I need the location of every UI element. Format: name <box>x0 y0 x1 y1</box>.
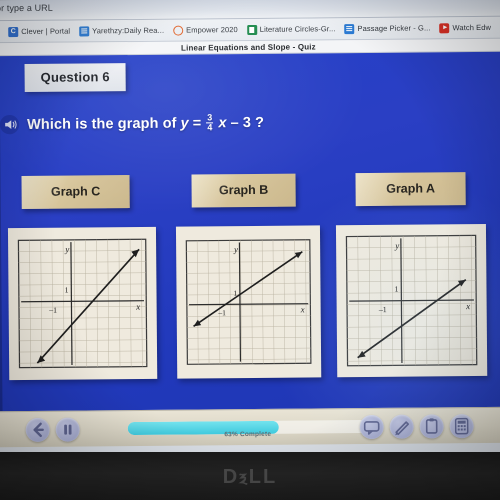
bookmark-item[interactable]: Empower 2020 <box>173 25 238 36</box>
laptop-screen-photo: or type a URL Clever | Portal Yarethzy:D… <box>0 0 500 500</box>
speaker-icon[interactable] <box>0 114 20 135</box>
equation-variable: x <box>218 114 227 131</box>
equation-lhs: y <box>180 115 189 132</box>
graph-image-a[interactable]: y x 1 –1 <box>335 223 488 378</box>
dell-logo: DⲝLL <box>222 466 278 488</box>
bookmark-label: Passage Picker - G... <box>357 23 431 34</box>
svg-text:x: x <box>300 304 305 314</box>
laptop-bezel: DⲝLL <box>0 452 500 500</box>
question-number-badge: Question 6 <box>24 63 126 92</box>
calculator-button[interactable] <box>449 414 474 439</box>
chat-button[interactable] <box>359 414 384 440</box>
svg-text:–1: –1 <box>378 305 387 314</box>
notepad-button[interactable] <box>419 414 444 439</box>
fraction-three-fourths: 3 4 <box>206 111 214 133</box>
graph-image-b[interactable]: y x 1 –1 <box>175 225 322 379</box>
back-arrow-icon <box>33 422 44 438</box>
svg-text:x: x <box>135 302 140 312</box>
notepad-icon <box>425 418 438 434</box>
choice-labels: Graph C Graph B Graph A <box>0 172 500 214</box>
bookmark-label: Literature Circles-Gr... <box>259 24 336 34</box>
doc-icon <box>344 23 355 34</box>
address-bar-placeholder: or type a URL <box>0 2 53 14</box>
choice-button-graph-a[interactable]: Graph A <box>355 172 466 207</box>
question-text: Which is the graph of y = 3 4 x – 3 ? <box>27 112 264 134</box>
bookmark-label: Clever | Portal <box>21 26 71 36</box>
progress-label: 63% Complete <box>224 430 272 439</box>
bookmark-label: Empower 2020 <box>186 25 238 35</box>
question-prefix: Which is the graph of <box>26 115 177 133</box>
bookmark-item[interactable]: Passage Picker - G... <box>344 23 431 34</box>
sheets-icon <box>246 24 257 35</box>
choice-graphs: y x 1 –1 y x 1 –1 y x 1 –1 <box>0 223 500 388</box>
graph-c-svg: y x 1 –1 <box>17 238 148 369</box>
question-mark: ? <box>254 114 265 131</box>
pause-icon <box>64 424 72 435</box>
svg-text:y: y <box>64 244 69 254</box>
bookmark-item[interactable]: Literature Circles-Gr... <box>246 24 336 35</box>
doc-icon <box>79 25 90 36</box>
browser-window: or type a URL Clever | Portal Yarethzy:D… <box>0 0 500 471</box>
pencil-button[interactable] <box>389 414 414 439</box>
bookmark-item[interactable]: Yarethzy:Daily Rea... <box>79 25 164 36</box>
chat-bubble-icon <box>363 421 380 435</box>
bookmark-label: Watch Edw <box>452 22 492 33</box>
bookmark-item[interactable]: Watch Edw <box>439 22 492 33</box>
ring-icon <box>173 25 184 36</box>
bookmark-item[interactable]: Clever | Portal <box>8 26 70 37</box>
fraction-numerator: 3 <box>207 111 213 122</box>
svg-text:1: 1 <box>394 285 398 294</box>
quiz-toolbar: 63% Complete <box>0 406 500 448</box>
svg-text:y: y <box>233 244 238 254</box>
choice-button-graph-c[interactable]: Graph C <box>21 175 130 209</box>
svg-text:x: x <box>465 301 470 311</box>
fraction-denominator: 4 <box>206 122 214 133</box>
youtube-icon <box>439 22 450 33</box>
quiz-content: Question 6 Which is the graph of y = 3 4… <box>0 51 500 412</box>
calculator-icon <box>454 417 469 435</box>
svg-text:–1: –1 <box>48 306 57 315</box>
question-row: Which is the graph of y = 3 4 x – 3 ? <box>0 110 500 135</box>
clever-icon <box>8 26 19 37</box>
pause-button[interactable] <box>55 417 80 442</box>
pencil-icon <box>395 421 410 436</box>
graph-a-svg: y x 1 –1 <box>345 234 478 367</box>
svg-text:1: 1 <box>65 285 69 294</box>
graph-image-c[interactable]: y x 1 –1 <box>7 226 158 381</box>
equation-constant: – 3 <box>230 114 252 131</box>
bookmark-label: Yarethzy:Daily Rea... <box>92 25 165 36</box>
back-button[interactable] <box>25 417 50 442</box>
equation-equals: = <box>192 114 202 131</box>
choice-button-graph-b[interactable]: Graph B <box>191 173 296 208</box>
graph-b-svg: y x 1 –1 <box>185 239 312 365</box>
